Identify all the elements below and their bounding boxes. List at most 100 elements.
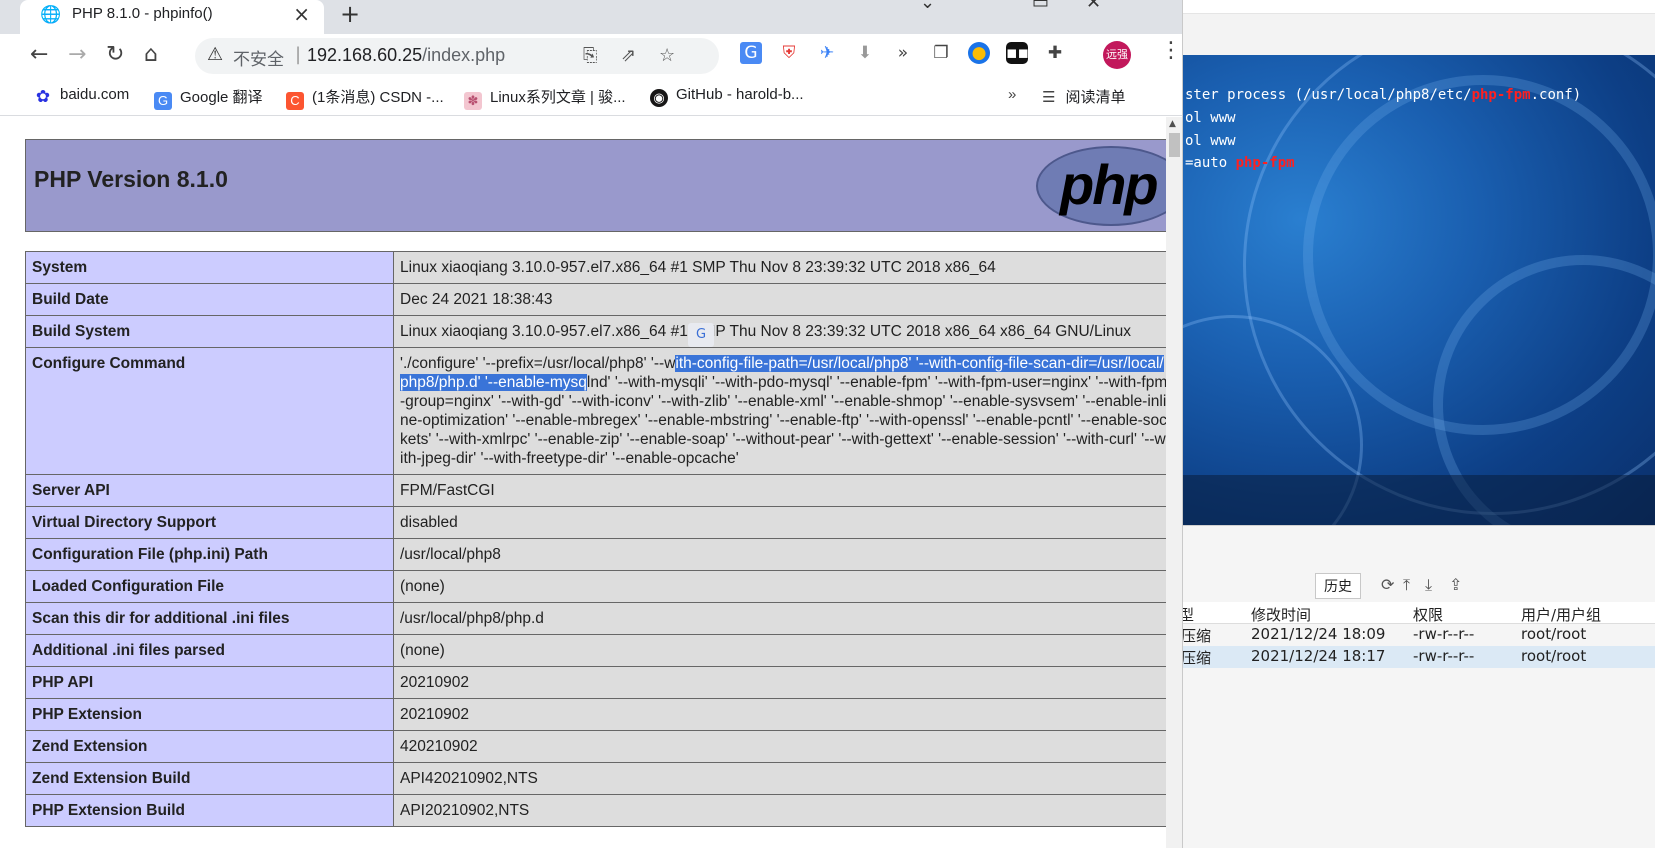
bookmark-google-translate[interactable]: G Google 翻译 [154,86,263,110]
php-logo: php [1036,146,1166,226]
reading-list-label: 阅读清单 [1065,89,1126,106]
page-scrollbar[interactable]: ▲ [1166,117,1182,848]
table-value-cell: /usr/local/php8 [393,538,1166,571]
file-owner: root/root [1521,647,1587,665]
tab-phpinfo[interactable]: 🌐 PHP 8.1.0 - phpinfo() × [20,0,324,34]
table-value-cell: (none) [393,634,1166,667]
table-row: PHP Extension 20210902 [25,698,1166,731]
phpinfo-table: System Linux xiaoqiang 3.10.0-957.el7.x86… [25,251,1166,827]
reload-icon[interactable]: ↻ [106,42,124,67]
insecure-label[interactable]: 不安全 [233,45,284,70]
google-translate-extension-icon[interactable]: G [740,42,762,64]
sftp-history-button[interactable]: 历史 [1315,573,1361,599]
table-key-cell: Virtual Directory Support [25,506,394,539]
download-icon[interactable]: ⤓ [1425,575,1432,595]
column-permissions[interactable]: 权限 [1413,604,1443,625]
bookmark-linux-articles[interactable]: ✽ Linux系列文章 | 骏... [464,86,626,110]
table-value-cell: API20210902,NTS [393,794,1166,827]
bookmarks-overflow-button[interactable]: » [1008,86,1016,103]
table-row: System Linux xiaoqiang 3.10.0-957.el7.x86… [25,251,1166,284]
url-path: /index.php [422,45,506,65]
table-value-cell: FPM/FastCGI [393,474,1166,507]
bookmark-csdn[interactable]: C (1条消息) CSDN -... [286,86,444,110]
table-key-cell: Configure Command [25,347,394,475]
translate-popup-icon[interactable]: G [688,323,714,347]
window-close-icon[interactable]: ✕ [1086,0,1101,13]
warning-icon[interactable]: ⚠ [207,44,223,65]
terminal-line: ster process (/usr/local/php8/etc/php-fp… [1185,87,1582,103]
table-row: Virtual Directory Support disabled [25,506,1166,539]
table-key-cell: Zend Extension [25,730,394,763]
forward-icon[interactable]: → [68,42,86,67]
table-value-cell: 20210902 [393,698,1166,731]
scroll-up-arrow-icon[interactable]: ▲ [1169,119,1176,129]
table-value-cell: /usr/local/php8/php.d [393,602,1166,635]
bookmark-label: baidu.com [60,86,130,103]
table-key-cell: System [25,251,394,284]
shield-extension-icon[interactable]: ⛨ [778,42,800,64]
download-arrow-extension-icon[interactable]: ⬇ [854,42,876,64]
refresh-icon[interactable]: ⟳ [1381,575,1394,594]
maximize-icon[interactable]: ▭ [1032,0,1049,13]
table-row: PHP API 20210902 [25,666,1166,699]
url-text[interactable]: 192.168.60.25/index.php [307,45,505,66]
terminal-line: ol www [1185,133,1236,149]
address-bar[interactable]: ⚠ 不安全 | 192.168.60.25/index.php ⎘ ⇗ ☆ [195,38,719,74]
chevron-down-icon[interactable]: ⌄ [920,0,935,13]
scrollbar-thumb[interactable] [1169,133,1180,157]
table-row: Build System Linux xiaoqiang 3.10.0-957.e… [25,315,1166,348]
table-value-cell: 420210902 [393,730,1166,763]
home-icon[interactable]: ⌂ [144,42,158,67]
share-icon[interactable]: ⇗ [621,45,636,66]
table-key-cell: PHP Extension Build [25,794,394,827]
copy-extension-icon[interactable]: ❐ [930,42,952,64]
file-mtime: 2021/12/24 18:09 [1251,625,1386,643]
php-logo-text: php [1060,153,1159,216]
table-value-cell: (none) [393,570,1166,603]
file-owner: root/root [1521,625,1587,643]
file-type: 压缩 [1181,649,1212,667]
github-icon: ◉ [650,89,668,107]
terminal-panel[interactable]: ster process (/usr/local/php8/etc/php-fp… [1183,55,1655,525]
tampermonkey-extension-icon[interactable]: ▪▪ [1006,42,1029,64]
up-dir-icon[interactable]: ⤒ [1403,575,1410,595]
new-tab-button[interactable]: + [340,0,360,28]
bookmark-github[interactable]: ◉ GitHub - harold-b... [650,86,804,107]
blog-icon: ✽ [464,92,482,110]
terminal-line: ol www [1185,110,1236,126]
file-type: 压缩 [1181,627,1212,645]
configure-command-text: './configure' '--prefix=/usr/local/php8'… [400,355,676,372]
file-permissions: -rw-r--r-- [1413,625,1475,643]
puzzle-icon[interactable]: ✚ [1044,42,1066,64]
bird-extension-icon[interactable]: ✈ [816,42,838,64]
reading-list-button[interactable]: ☰ 阅读清单 [1042,86,1125,107]
bookmark-label: Google 翻译 [180,89,263,106]
back-icon[interactable]: ← [30,42,48,67]
file-row[interactable]: 压缩 2021/12/24 18:09 -rw-r--r-- root/root [1181,624,1655,646]
close-icon[interactable]: × [293,2,310,26]
fast-forward-extension-icon[interactable]: » [892,42,914,64]
file-mtime: 2021/12/24 18:17 [1251,647,1386,665]
file-row[interactable]: 压缩 2021/12/24 18:17 -rw-r--r-- root/root [1181,646,1655,668]
table-value-cell: Linux xiaoqiang 3.10.0-957.el7.x86_64 #1… [393,315,1166,348]
translate-icon: G [154,92,172,110]
upload-icon[interactable]: ⇪ [1449,575,1462,594]
bookmarks-bar: ✿ baidu.com G Google 翻译 C (1条消息) CSDN -... … [0,78,1182,116]
column-mtime[interactable]: 修改时间 [1251,604,1311,625]
table-row: Server API FPM/FastCGI [25,474,1166,507]
profile-avatar[interactable]: 远强 [1103,41,1131,69]
column-owner[interactable]: 用户/用户组 [1521,604,1601,625]
sftp-column-header: 型 修改时间 权限 用户/用户组 [1179,602,1655,625]
fox-extension-icon[interactable]: ● [968,42,990,64]
table-row: Loaded Configuration File (none) [25,570,1166,603]
table-key-cell: PHP Extension [25,698,394,731]
table-key-cell: Build Date [25,283,394,316]
bookmark-baidu[interactable]: ✿ baidu.com [34,86,129,106]
translate-icon[interactable]: ⎘ [583,45,597,66]
tab-strip: 🌐 PHP 8.1.0 - phpinfo() × + ⌄ ▭ ✕ [0,0,1182,34]
table-key-cell: PHP API [25,666,394,699]
table-key-cell: Build System [25,315,394,348]
menu-dots-icon[interactable]: ⋮ [1160,38,1182,63]
table-value-cell: 20210902 [393,666,1166,699]
bookmark-star-icon[interactable]: ☆ [659,45,675,66]
